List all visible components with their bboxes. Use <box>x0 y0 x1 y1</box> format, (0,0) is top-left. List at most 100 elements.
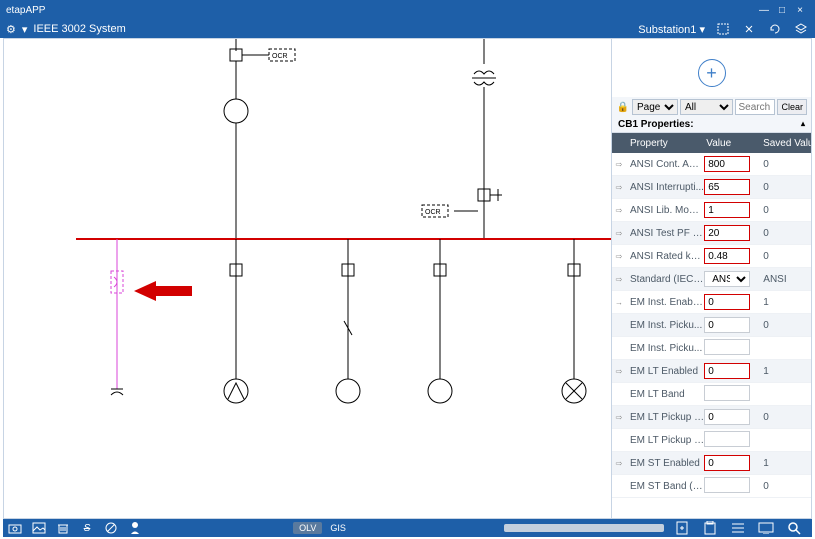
tab-olv[interactable]: OLV <box>293 522 322 534</box>
property-label: EM LT Pickup (... <box>626 435 704 446</box>
add-button[interactable]: + <box>698 59 726 87</box>
collapse-icon[interactable]: ▴ <box>801 119 805 130</box>
value-input[interactable] <box>704 455 750 471</box>
value-input[interactable] <box>704 409 750 425</box>
property-label: EM Inst. Enabled <box>626 297 704 308</box>
list-icon[interactable] <box>726 519 750 537</box>
expand-icon[interactable]: ⇨ <box>612 160 626 169</box>
value-box[interactable] <box>704 339 750 355</box>
value-select[interactable]: ANSI <box>704 271 750 287</box>
expand-icon[interactable]: ⇨ <box>612 229 626 238</box>
expand-icon[interactable]: ⇨ <box>612 459 626 468</box>
value-input[interactable] <box>704 294 750 310</box>
search-icon[interactable] <box>782 519 806 537</box>
filter-scope-select[interactable]: Page <box>632 99 678 115</box>
settings-dropdown-icon[interactable]: ▾ <box>22 23 28 36</box>
close-button[interactable]: × <box>791 5 809 16</box>
value-input[interactable] <box>704 225 750 241</box>
strikethrough-icon[interactable]: S <box>75 519 99 537</box>
image-icon[interactable] <box>27 519 51 537</box>
value-input[interactable] <box>704 202 750 218</box>
value-box[interactable] <box>704 385 750 401</box>
table-row: EM Inst. Picku... 0 <box>612 314 811 337</box>
property-label: EM Inst. Picku... <box>626 320 704 331</box>
layers-icon[interactable] <box>793 21 809 37</box>
ocr-label-1: OCR <box>272 53 288 60</box>
target-icon[interactable] <box>741 21 757 37</box>
tab-gis[interactable]: GIS <box>324 522 352 534</box>
bottom-toolbar: S OLV GIS <box>3 519 812 537</box>
table-row: →EM Inst. Enabled 1 <box>612 291 811 314</box>
header-saved: Saved Value <box>759 138 811 149</box>
property-label: EM LT Enabled <box>626 366 704 377</box>
table-row: ⇨ANSI Test PF [%]0 <box>612 222 811 245</box>
table-row: EM ST Band (V... 0 <box>612 475 811 498</box>
window-titlebar: etapAPP — □ × <box>0 0 815 20</box>
settings-gear-icon[interactable]: ⚙ <box>6 23 16 36</box>
single-line-diagram: OCR OCR <box>4 39 611 518</box>
expand-icon[interactable]: ⇨ <box>612 183 626 192</box>
ocr-label-2: OCR <box>425 209 441 216</box>
panel-title-bar[interactable]: CB1 Properties: ▴ <box>612 117 811 133</box>
cancel-icon[interactable] <box>99 519 123 537</box>
value-box[interactable] <box>704 431 750 447</box>
value-cell <box>704 317 757 333</box>
saved-value: 0 <box>757 205 811 216</box>
trash-icon[interactable] <box>51 519 75 537</box>
camera-icon[interactable] <box>3 519 27 537</box>
value-input[interactable] <box>704 317 750 333</box>
table-row: ⇨EM LT Enabled 1 <box>612 360 811 383</box>
value-cell <box>704 363 757 379</box>
saved-value: 0 <box>757 412 811 423</box>
lock-icon[interactable]: 🔒 <box>616 102 630 113</box>
value-input[interactable] <box>704 363 750 379</box>
saved-value: 1 <box>757 297 811 308</box>
expand-icon[interactable]: → <box>612 298 626 307</box>
value-input[interactable] <box>704 156 750 172</box>
value-input[interactable] <box>704 248 750 264</box>
expand-icon[interactable] <box>715 21 731 37</box>
search-input[interactable] <box>735 99 775 115</box>
value-cell <box>704 339 757 358</box>
saved-value: 0 <box>757 251 811 262</box>
value-cell <box>704 202 757 218</box>
substation-selector[interactable]: Substation1 ▾ <box>638 23 705 36</box>
minimize-button[interactable]: — <box>755 5 773 16</box>
saved-value: 0 <box>757 481 811 492</box>
clipboard-icon[interactable] <box>698 519 722 537</box>
expand-icon[interactable]: ⇨ <box>612 275 626 284</box>
property-label: ANSI Cont. Am... <box>626 159 704 170</box>
value-input[interactable] <box>704 179 750 195</box>
table-row: ⇨ANSI Lib. Modi...0 <box>612 199 811 222</box>
monitor-icon[interactable] <box>754 519 778 537</box>
table-row: EM LT Pickup (... <box>612 429 811 452</box>
table-row: EM LT Band <box>612 383 811 406</box>
expand-icon[interactable]: ⇨ <box>612 367 626 376</box>
value-cell <box>704 477 757 496</box>
clear-button[interactable]: Clear <box>777 99 807 115</box>
expand-icon[interactable]: ⇨ <box>612 252 626 261</box>
header-value: Value <box>702 138 759 149</box>
table-row: ⇨ANSI Rated kV...0 <box>612 245 811 268</box>
location-icon[interactable] <box>123 519 147 537</box>
diagram-canvas[interactable]: OCR OCR <box>4 39 611 518</box>
table-row: ⇨ANSI Interrupti...0 <box>612 176 811 199</box>
horizontal-scrollbar[interactable] <box>504 524 664 532</box>
value-cell <box>704 248 757 264</box>
expand-icon[interactable]: ⇨ <box>612 413 626 422</box>
system-name-label: IEEE 3002 System <box>33 23 125 35</box>
value-box[interactable] <box>704 477 750 493</box>
new-doc-icon[interactable] <box>670 519 694 537</box>
property-label: EM ST Band (V... <box>626 481 704 492</box>
callout-arrow-icon <box>134 281 192 301</box>
expand-icon[interactable]: ⇨ <box>612 206 626 215</box>
value-cell <box>704 156 757 172</box>
filter-group-select[interactable]: All <box>680 99 733 115</box>
saved-value: 0 <box>757 320 811 331</box>
value-cell <box>704 225 757 241</box>
maximize-button[interactable]: □ <box>773 5 791 16</box>
saved-value: 1 <box>757 366 811 377</box>
header-property: Property <box>626 138 702 149</box>
saved-value: 0 <box>757 228 811 239</box>
refresh-icon[interactable] <box>767 21 783 37</box>
